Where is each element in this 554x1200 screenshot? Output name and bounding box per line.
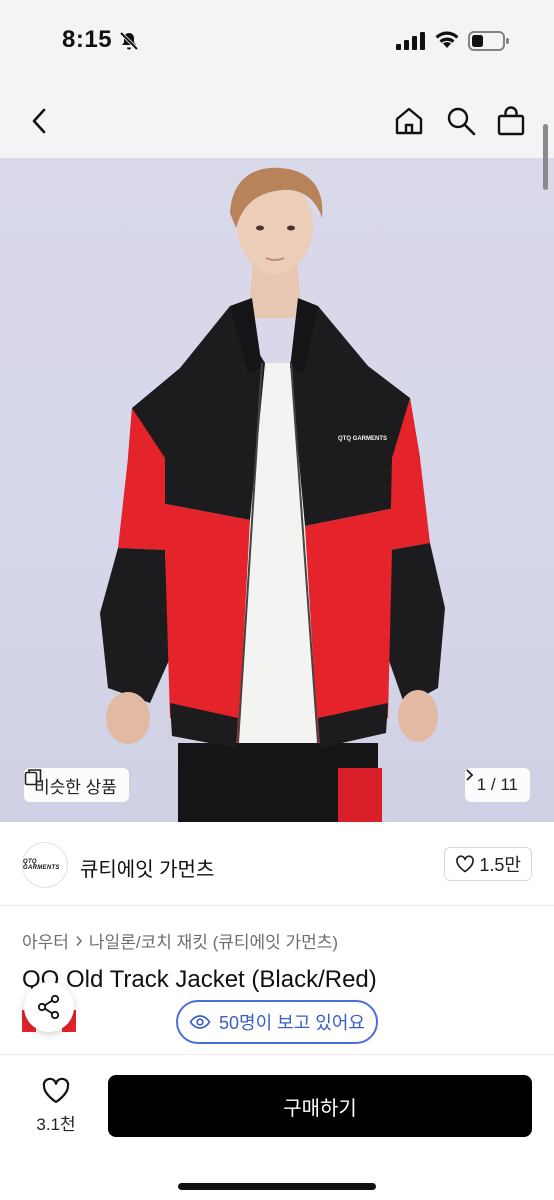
status-bar: 8:15: [0, 0, 554, 84]
buy-button[interactable]: 구매하기: [108, 1075, 532, 1137]
brand-logo-text: QTQ GARMENTS: [23, 859, 60, 871]
copy-icon: [24, 769, 42, 786]
brand-name[interactable]: 큐티에잇 가먼츠: [80, 853, 214, 882]
breadcrumb: 아우터 나일론/코치 재킷 (큐티에잇 가먼츠): [22, 928, 338, 953]
viewers-text: 50명이 보고 있어요: [219, 1013, 365, 1033]
status-time: 8:15: [62, 26, 113, 53]
home-icon: [395, 107, 423, 135]
image-page-indicator[interactable]: 1 / 11: [464, 768, 530, 802]
home-indicator: [178, 1183, 376, 1190]
similar-products-button[interactable]: 비슷한 상품: [24, 768, 129, 802]
top-navigation-bar: [0, 84, 554, 158]
breadcrumb-category[interactable]: 아우터: [22, 928, 69, 953]
signal-icon: [396, 32, 425, 50]
heart-icon: [42, 1077, 70, 1104]
brand-row[interactable]: QTQ GARMENTS 큐티에잇 가먼츠 1.5만: [0, 822, 554, 906]
chevron-right-icon: [76, 935, 82, 946]
brand-logo[interactable]: QTQ GARMENTS: [22, 842, 68, 888]
home-button[interactable]: [392, 104, 426, 138]
shopping-bag-icon: [497, 106, 525, 136]
share-button[interactable]: [24, 982, 74, 1032]
shopping-bag-button[interactable]: [494, 104, 528, 138]
jacket-chest-print: QTQ GARMENTS: [338, 436, 387, 442]
product-image-carousel[interactable]: QTQ GARMENTS 비슷한 상품 1 / 11: [0, 158, 554, 822]
brand-like-count: 1.5만: [479, 855, 521, 875]
brand-like-button[interactable]: 1.5만: [444, 847, 532, 881]
bottom-action-bar: 3.1천 구매하기: [0, 1054, 554, 1200]
bell-off-icon: [119, 31, 139, 51]
battery-icon: [468, 31, 509, 51]
wifi-icon: [435, 31, 459, 48]
search-button[interactable]: [444, 104, 478, 138]
scrollbar-thumb[interactable]: [543, 124, 548, 190]
share-icon: [37, 994, 60, 1020]
similar-products-label: 비슷한 상품: [34, 777, 117, 797]
image-page-count: 1 / 11: [476, 775, 518, 794]
wishlist-count: 3.1천: [36, 1115, 76, 1134]
product-photo: QTQ GARMENTS: [100, 167, 445, 822]
product-title: QQ Old Track Jacket (Black/Red): [22, 966, 377, 993]
chevron-right-icon: [466, 769, 473, 781]
eye-icon: [189, 1015, 211, 1029]
wishlist-button[interactable]: 3.1천: [26, 1077, 86, 1137]
viewers-badge: 50명이 보고 있어요: [176, 1000, 378, 1044]
back-button[interactable]: [22, 104, 56, 138]
breadcrumb-subcategory[interactable]: 나일론/코치 재킷 (큐티에잇 가먼츠): [89, 928, 338, 953]
heart-icon: [456, 855, 475, 873]
back-icon: [32, 108, 46, 134]
search-icon: [447, 107, 476, 136]
